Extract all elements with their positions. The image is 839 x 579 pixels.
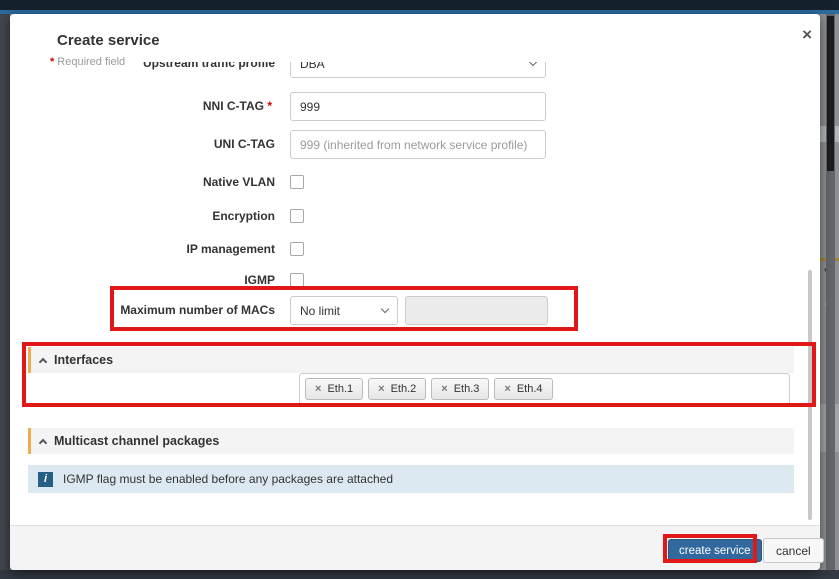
remove-tag-icon[interactable]: × — [315, 383, 321, 395]
interface-tag-label: Eth.1 — [327, 383, 354, 395]
nni-ctag-row: NNI C-TAG * — [10, 92, 820, 121]
igmp-checkbox[interactable] — [290, 273, 304, 287]
igmp-info-alert: i IGMP flag must be enabled before any p… — [28, 465, 794, 493]
nni-ctag-input[interactable] — [290, 92, 546, 121]
ip-management-row: IP management — [10, 239, 820, 259]
upstream-profile-row: Upstream traffic profile DBA — [10, 62, 820, 78]
interfaces-section-header[interactable]: Interfaces — [28, 347, 794, 373]
info-icon: i — [38, 471, 53, 487]
page-scrollbar-thumb[interactable] — [827, 16, 834, 171]
close-icon[interactable]: × — [802, 26, 812, 43]
encryption-checkbox[interactable] — [290, 209, 304, 223]
info-alert-text: IGMP flag must be enabled before any pac… — [63, 472, 393, 486]
max-macs-label: Maximum number of MACs — [120, 303, 275, 318]
multicast-section: Multicast channel packages — [28, 428, 794, 454]
chevron-down-icon — [528, 62, 538, 67]
interfaces-header-label: Interfaces — [54, 353, 114, 367]
collapse-chevron-up-icon — [38, 438, 48, 447]
remove-tag-icon[interactable]: × — [378, 383, 384, 395]
multicast-header-label: Multicast channel packages — [54, 434, 220, 448]
interfaces-tag-input[interactable]: × Eth.1 × Eth.2 × Eth.3 × Eth.4 — [299, 373, 790, 405]
background-top-navbar — [0, 0, 839, 10]
max-macs-row: Maximum number of MACs No limit — [10, 296, 820, 325]
background-bottom-edge — [0, 570, 839, 579]
igmp-row: IGMP — [10, 270, 820, 290]
remove-tag-icon[interactable]: × — [441, 383, 447, 395]
create-service-button[interactable]: create service — [668, 539, 762, 562]
uni-ctag-label: UNI C-TAG — [213, 137, 275, 152]
nni-ctag-label: NNI C-TAG — [202, 99, 264, 114]
interface-tag-label: Eth.4 — [516, 383, 543, 395]
interface-tag-label: Eth.3 — [453, 383, 480, 395]
upstream-profile-select[interactable]: DBA — [290, 62, 546, 78]
modal-footer: create service cancel — [10, 525, 824, 570]
multicast-section-header[interactable]: Multicast channel packages — [28, 428, 794, 454]
ip-management-label: IP management — [186, 241, 275, 256]
chevron-down-icon — [380, 304, 390, 314]
interface-tag[interactable]: × Eth.3 — [431, 378, 490, 400]
interfaces-section: Interfaces × Eth.1 × Eth.2 × Eth.3 × Eth… — [28, 347, 794, 405]
uni-ctag-row: UNI C-TAG — [10, 130, 820, 159]
upstream-profile-label: Upstream traffic profile — [142, 62, 275, 71]
background-left-edge — [0, 14, 10, 570]
upstream-profile-value: DBA — [300, 62, 325, 71]
required-asterisk: * — [267, 99, 272, 114]
native-vlan-row: Native VLAN — [10, 172, 820, 192]
interface-tag[interactable]: × Eth.2 — [368, 378, 427, 400]
native-vlan-checkbox[interactable] — [290, 175, 304, 189]
max-macs-selected-value: No limit — [300, 303, 341, 318]
interface-tag-label: Eth.2 — [390, 383, 417, 395]
max-macs-select[interactable]: No limit — [290, 296, 398, 325]
modal-body: Upstream traffic profile DBA NNI C-TAG *… — [10, 62, 820, 525]
encryption-label: Encryption — [212, 208, 275, 223]
collapse-chevron-up-icon — [38, 357, 48, 366]
cancel-button[interactable]: cancel — [763, 538, 824, 563]
igmp-label: IGMP — [244, 272, 275, 287]
interface-tag[interactable]: × Eth.1 — [305, 378, 364, 400]
create-service-modal: Create service * Required field × Upstrea… — [10, 14, 824, 570]
interface-tag[interactable]: × Eth.4 — [494, 378, 553, 400]
native-vlan-label: Native VLAN — [202, 174, 275, 189]
remove-tag-icon[interactable]: × — [504, 383, 510, 395]
uni-ctag-input[interactable] — [290, 130, 546, 159]
modal-title: Create service — [57, 32, 160, 49]
ip-management-checkbox[interactable] — [290, 242, 304, 256]
modal-scrollbar-thumb[interactable] — [808, 270, 812, 520]
encryption-row: Encryption — [10, 206, 820, 226]
max-macs-manual-input — [405, 296, 548, 325]
